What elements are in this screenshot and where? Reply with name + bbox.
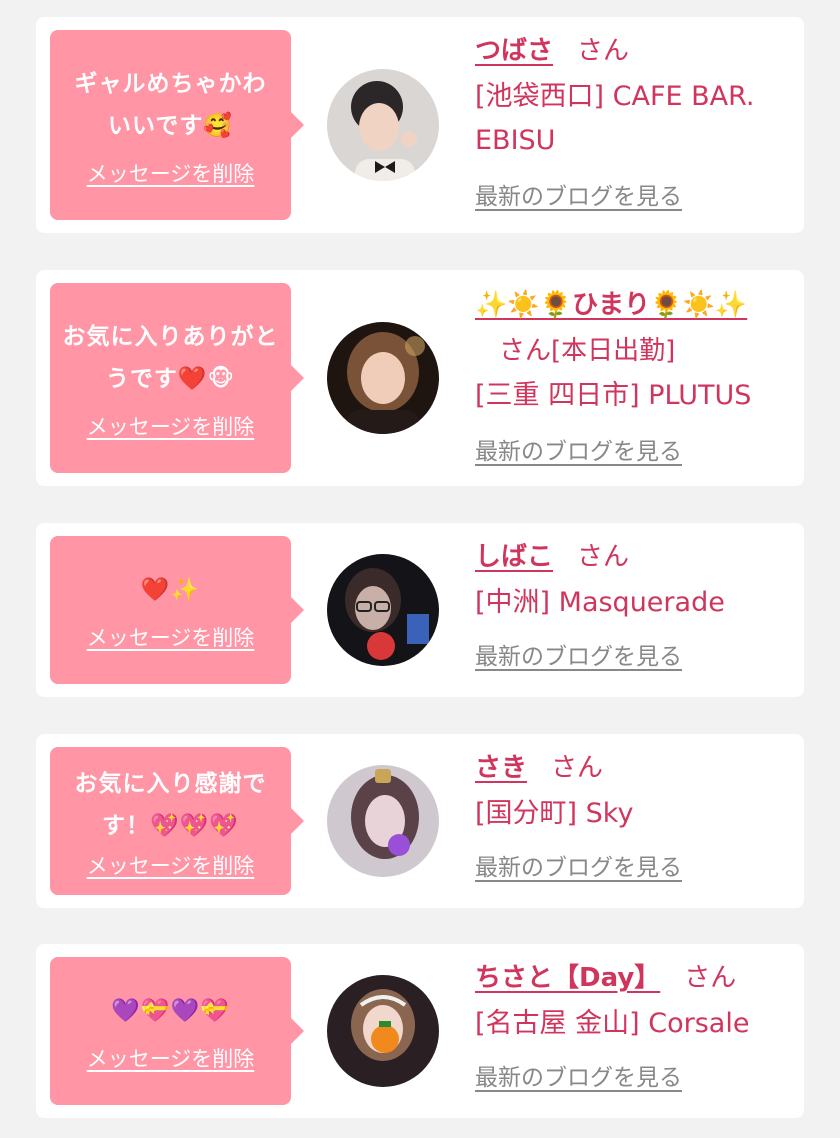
sender-info: つばさ さん [池袋西口] CAFE BAR. EBISU 最新のブログを見る [475, 29, 793, 211]
sender-name-line: つばさ さん [475, 29, 793, 73]
sender-name-line: さき さん [475, 746, 793, 790]
latest-blog-link[interactable]: 最新のブログを見る [475, 848, 682, 882]
message-bubble: ❤️✨ メッセージを削除 [50, 536, 304, 684]
message-bubble: ギャルめちゃかわいいです🥰 メッセージを削除 [50, 30, 304, 220]
message-bubble: 💜💝💜💝 メッセージを削除 [50, 957, 304, 1105]
latest-blog-link[interactable]: 最新のブログを見る [475, 177, 682, 211]
sender-name-line: ちさと【Day】 さん [475, 956, 793, 1000]
girl-avatar-photo-icon [327, 322, 439, 434]
girl-avatar-photo-icon [327, 554, 439, 666]
message-card: お気に入り感謝です！💖💖💖 メッセージを削除 さき さん [国分町] Sky 最新… [36, 734, 804, 908]
message-card: ギャルめちゃかわいいです🥰 メッセージを削除 つばさ さん [池袋西口] CAFE… [36, 17, 804, 233]
delete-message-link[interactable]: メッセージを削除 [87, 622, 255, 652]
name-status-tag: [本日出勤] [551, 336, 676, 366]
latest-blog-link[interactable]: 最新のブログを見る [475, 637, 682, 671]
shop-name: [国分町] Sky [475, 798, 634, 829]
sender-info: ✨☀️🌻ひまり🌻☀️✨ さん[本日出勤] [三重 四日市] PLUTUS 最新のブ… [475, 282, 793, 466]
avatar[interactable] [327, 554, 439, 666]
sender-name-line: しばこ さん [475, 535, 793, 579]
honorific: さん [577, 36, 630, 66]
honorific: さん [499, 336, 552, 366]
sender-name-link[interactable]: ちさと【Day】 [475, 963, 660, 993]
sender-info: ちさと【Day】 さん [名古屋 金山] Corsale 最新のブログを見る [475, 956, 793, 1092]
latest-blog-link[interactable]: 最新のブログを見る [475, 432, 682, 466]
delete-message-link[interactable]: メッセージを削除 [87, 411, 255, 441]
honorific: さん [684, 963, 737, 993]
shop-name: [中洲] Masquerade [475, 587, 725, 618]
avatar[interactable] [327, 322, 439, 434]
latest-blog-link[interactable]: 最新のブログを見る [475, 1058, 682, 1092]
message-card: お気に入りありがとうです❤️🐵 メッセージを削除 ✨☀️🌻ひまり🌻☀️✨ さん[本… [36, 270, 804, 486]
delete-message-link[interactable]: メッセージを削除 [87, 1043, 255, 1073]
shop-name: [三重 四日市] PLUTUS [475, 380, 752, 411]
delete-message-link[interactable]: メッセージを削除 [87, 850, 255, 880]
honorific: さん [577, 542, 630, 572]
shop-name: [池袋西口] CAFE BAR. EBISU [475, 81, 755, 156]
sender-name-link[interactable]: つばさ [475, 36, 553, 66]
sender-name-link[interactable]: ✨☀️🌻ひまり🌻☀️✨ [475, 290, 747, 320]
avatar[interactable] [327, 975, 439, 1087]
avatar[interactable] [327, 765, 439, 877]
sender-name-link[interactable]: さき [475, 753, 527, 783]
message-text: お気に入り感謝です！💖💖💖 [74, 770, 267, 838]
message-card: ❤️✨ メッセージを削除 しばこ さん [中洲] Masquerade 最新のブロ… [36, 523, 804, 697]
message-text: ❤️✨ [140, 576, 201, 602]
delete-message-link[interactable]: メッセージを削除 [87, 158, 255, 188]
shop-name: [名古屋 金山] Corsale [475, 1008, 750, 1039]
message-bubble: お気に入り感謝です！💖💖💖 メッセージを削除 [50, 747, 304, 895]
message-text: お気に入りありがとうです❤️🐵 [62, 323, 279, 391]
sender-name-link[interactable]: しばこ [475, 542, 553, 572]
girl-avatar-photo-icon [327, 765, 439, 877]
message-card: 💜💝💜💝 メッセージを削除 ちさと【Day】 さん [名古屋 金山] Corsal… [36, 944, 804, 1118]
sender-name-line: ✨☀️🌻ひまり🌻☀️✨ さん[本日出勤] [475, 282, 793, 374]
message-bubble: お気に入りありがとうです❤️🐵 メッセージを削除 [50, 283, 304, 473]
girl-avatar-photo-icon [327, 69, 439, 181]
sender-info: しばこ さん [中洲] Masquerade 最新のブログを見る [475, 535, 793, 671]
message-text: ギャルめちゃかわいいです🥰 [74, 70, 267, 138]
girl-avatar-photo-icon [327, 975, 439, 1087]
avatar[interactable] [327, 69, 439, 181]
honorific: さん [551, 753, 604, 783]
message-text: 💜💝💜💝 [111, 997, 230, 1023]
sender-info: さき さん [国分町] Sky 最新のブログを見る [475, 746, 793, 882]
